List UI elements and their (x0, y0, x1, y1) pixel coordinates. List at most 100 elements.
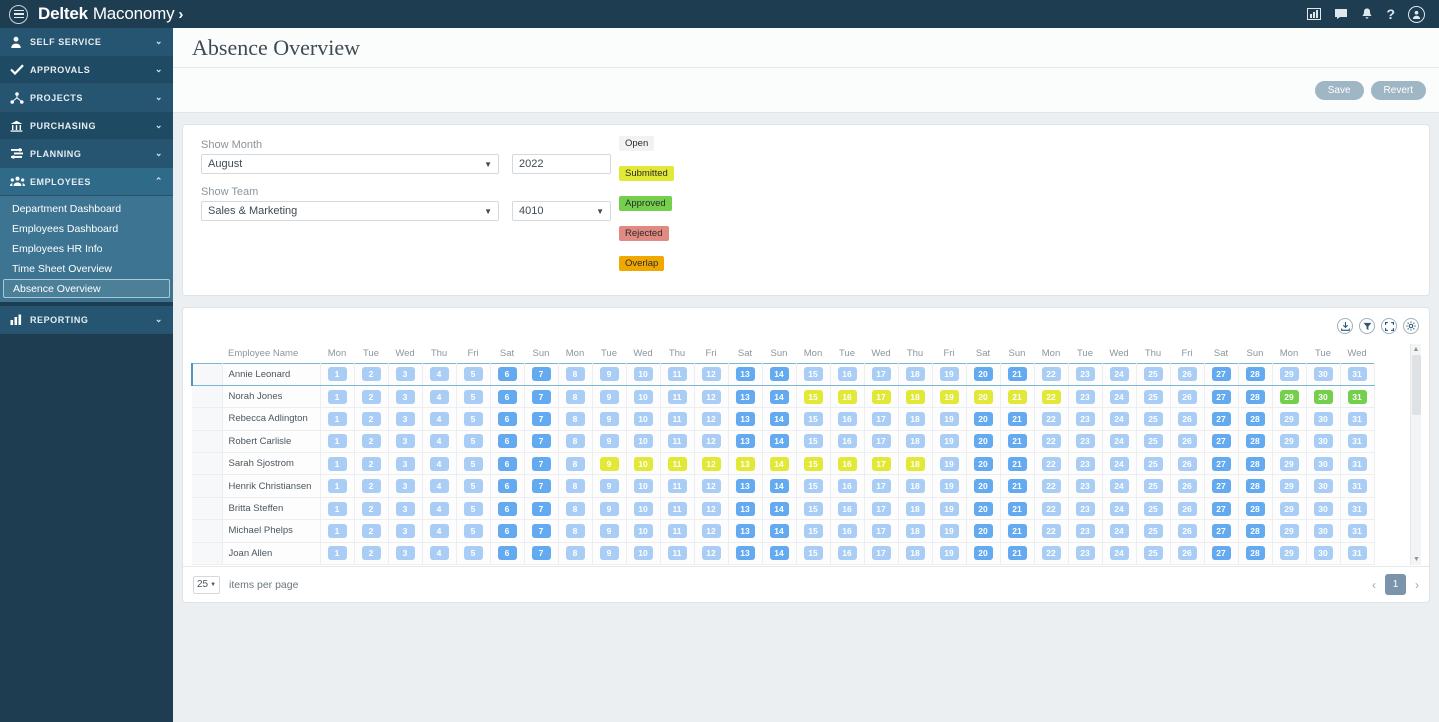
absence-day-cell[interactable]: 12 (693, 541, 729, 565)
absence-day-cell[interactable]: 8 (557, 407, 593, 431)
download-icon[interactable] (1337, 318, 1353, 334)
absence-day-cell[interactable]: 18 (897, 384, 933, 409)
user-avatar-icon[interactable] (1408, 5, 1425, 23)
row-select-cell[interactable] (192, 496, 223, 521)
absence-day-cell[interactable]: 6 (489, 452, 525, 476)
items-per-page-select[interactable]: 25 ▼ (193, 575, 220, 594)
table-row[interactable]: Joan Allen 1 2 3 4 5 6 7 8 9 10 11 12 13 14 15 16 17 18 19 2… (192, 541, 1375, 565)
sidebar-item-self-service[interactable]: SELF SERVICE ⌄ (0, 28, 173, 56)
absence-day-cell[interactable]: 17 (863, 474, 899, 498)
absence-day-cell[interactable]: 28 (1237, 474, 1273, 498)
absence-day-cell[interactable]: 31 (1339, 519, 1375, 543)
absence-day-cell[interactable]: 5 (455, 519, 491, 543)
absence-day-cell[interactable]: 8 (557, 496, 593, 521)
absence-day-cell[interactable]: 15 (795, 496, 831, 521)
absence-day-cell[interactable]: 13 (727, 519, 763, 543)
absence-day-cell[interactable]: 24 (1101, 496, 1137, 521)
revert-button[interactable]: Revert (1370, 80, 1426, 100)
row-select-cell[interactable] (191, 362, 223, 386)
absence-day-cell[interactable]: 31 (1339, 452, 1375, 476)
absence-day-cell[interactable]: 27 (1203, 519, 1239, 543)
absence-day-cell[interactable]: 11 (659, 496, 695, 521)
absence-day-cell[interactable]: 8 (557, 452, 593, 476)
absence-day-cell[interactable]: 30 (1305, 384, 1341, 409)
absence-day-cell[interactable]: 30 (1305, 362, 1341, 386)
absence-day-cell[interactable]: 2 (353, 362, 389, 386)
absence-day-cell[interactable]: 5 (455, 429, 491, 454)
vertical-scrollbar[interactable]: ▲ ▼ (1410, 344, 1421, 565)
absence-day-cell[interactable]: 29 (1271, 452, 1307, 476)
absence-day-cell[interactable]: 5 (455, 362, 491, 386)
sidebar-item-employees-hr-info[interactable]: Employees HR Info (0, 239, 173, 259)
absence-day-cell[interactable]: 7 (523, 474, 559, 498)
absence-day-cell[interactable]: 26 (1169, 429, 1205, 454)
absence-day-cell[interactable]: 5 (455, 474, 491, 498)
absence-day-cell[interactable]: 12 (693, 407, 729, 431)
sidebar-item-time-sheet-overview[interactable]: Time Sheet Overview (0, 259, 173, 279)
absence-day-cell[interactable]: 29 (1271, 541, 1307, 565)
absence-day-cell[interactable]: 24 (1101, 452, 1137, 476)
absence-day-cell[interactable]: 5 (455, 407, 491, 431)
table-row[interactable]: Norah Jones 1 2 3 4 5 6 7 8 9 10 11 12 13 14 15 16 17 18 19… (192, 384, 1375, 409)
table-row[interactable]: Annie Leonard 1 2 3 4 5 6 7 8 9 10 11 12 13 14 15 16 17 18… (191, 362, 1375, 386)
absence-day-cell[interactable]: 3 (387, 384, 423, 409)
absence-day-cell[interactable]: 5 (455, 496, 491, 521)
absence-day-cell[interactable]: 14 (761, 362, 797, 386)
absence-day-cell[interactable]: 3 (387, 519, 423, 543)
absence-day-cell[interactable]: 1 (319, 407, 355, 431)
absence-day-cell[interactable]: 2 (353, 429, 389, 454)
absence-day-cell[interactable]: 10 (625, 384, 661, 409)
absence-day-cell[interactable]: 10 (625, 541, 661, 565)
absence-day-cell[interactable]: 4 (421, 496, 457, 521)
absence-day-cell[interactable]: 24 (1101, 407, 1137, 431)
absence-day-cell[interactable]: 13 (727, 541, 763, 565)
absence-day-cell[interactable]: 11 (659, 541, 695, 565)
absence-day-cell[interactable]: 13 (727, 362, 763, 386)
scroll-up-arrow[interactable]: ▲ (1411, 344, 1421, 355)
absence-day-cell[interactable]: 2 (353, 541, 389, 565)
absence-day-cell[interactable]: 9 (591, 452, 627, 476)
absence-day-cell[interactable]: 6 (489, 429, 525, 454)
absence-day-cell[interactable]: 20 (965, 429, 1001, 454)
absence-day-cell[interactable]: 19 (931, 429, 967, 454)
absence-day-cell[interactable]: 25 (1135, 496, 1171, 521)
absence-day-cell[interactable]: 21 (999, 429, 1035, 454)
absence-day-cell[interactable]: 18 (897, 519, 933, 543)
absence-day-cell[interactable]: 13 (727, 452, 763, 476)
absence-day-cell[interactable]: 19 (931, 541, 967, 565)
absence-day-cell[interactable]: 19 (931, 519, 967, 543)
absence-day-cell[interactable]: 23 (1067, 429, 1103, 454)
sidebar-item-planning[interactable]: PLANNING ⌄ (0, 140, 173, 168)
absence-day-cell[interactable]: 12 (693, 384, 729, 409)
page-number-1[interactable]: 1 (1385, 574, 1406, 595)
absence-day-cell[interactable]: 21 (999, 362, 1035, 386)
absence-day-cell[interactable]: 10 (625, 474, 661, 498)
absence-day-cell[interactable]: 28 (1237, 407, 1273, 431)
absence-day-cell[interactable]: 21 (999, 384, 1035, 409)
row-select-cell[interactable] (192, 452, 223, 476)
absence-day-cell[interactable]: 21 (999, 519, 1035, 543)
absence-day-cell[interactable]: 31 (1339, 429, 1375, 454)
absence-day-cell[interactable]: 22 (1033, 384, 1069, 409)
absence-day-cell[interactable]: 10 (625, 452, 661, 476)
absence-day-cell[interactable]: 8 (557, 519, 593, 543)
absence-day-cell[interactable]: 4 (421, 407, 457, 431)
absence-day-cell[interactable]: 10 (625, 496, 661, 521)
table-row[interactable]: Robert Carlisle 1 2 3 4 5 6 7 8 9 10 11 12 13 14 15 16 17… (192, 429, 1375, 454)
sidebar-item-reporting[interactable]: REPORTING ⌄ (0, 306, 173, 334)
absence-day-cell[interactable]: 27 (1203, 474, 1239, 498)
absence-day-cell[interactable]: 16 (829, 407, 865, 431)
absence-day-cell[interactable]: 31 (1339, 496, 1375, 521)
absence-day-cell[interactable]: 7 (523, 429, 559, 454)
absence-day-cell[interactable]: 26 (1169, 519, 1205, 543)
absence-day-cell[interactable]: 17 (863, 541, 899, 565)
absence-day-cell[interactable]: 4 (421, 362, 457, 386)
absence-day-cell[interactable]: 27 (1203, 407, 1239, 431)
absence-day-cell[interactable]: 5 (455, 384, 491, 409)
absence-day-cell[interactable]: 14 (761, 429, 797, 454)
absence-day-cell[interactable]: 17 (863, 362, 899, 386)
absence-day-cell[interactable]: 16 (829, 496, 865, 521)
row-select-cell[interactable] (192, 474, 223, 498)
absence-day-cell[interactable]: 28 (1237, 429, 1273, 454)
absence-day-cell[interactable]: 29 (1271, 474, 1307, 498)
